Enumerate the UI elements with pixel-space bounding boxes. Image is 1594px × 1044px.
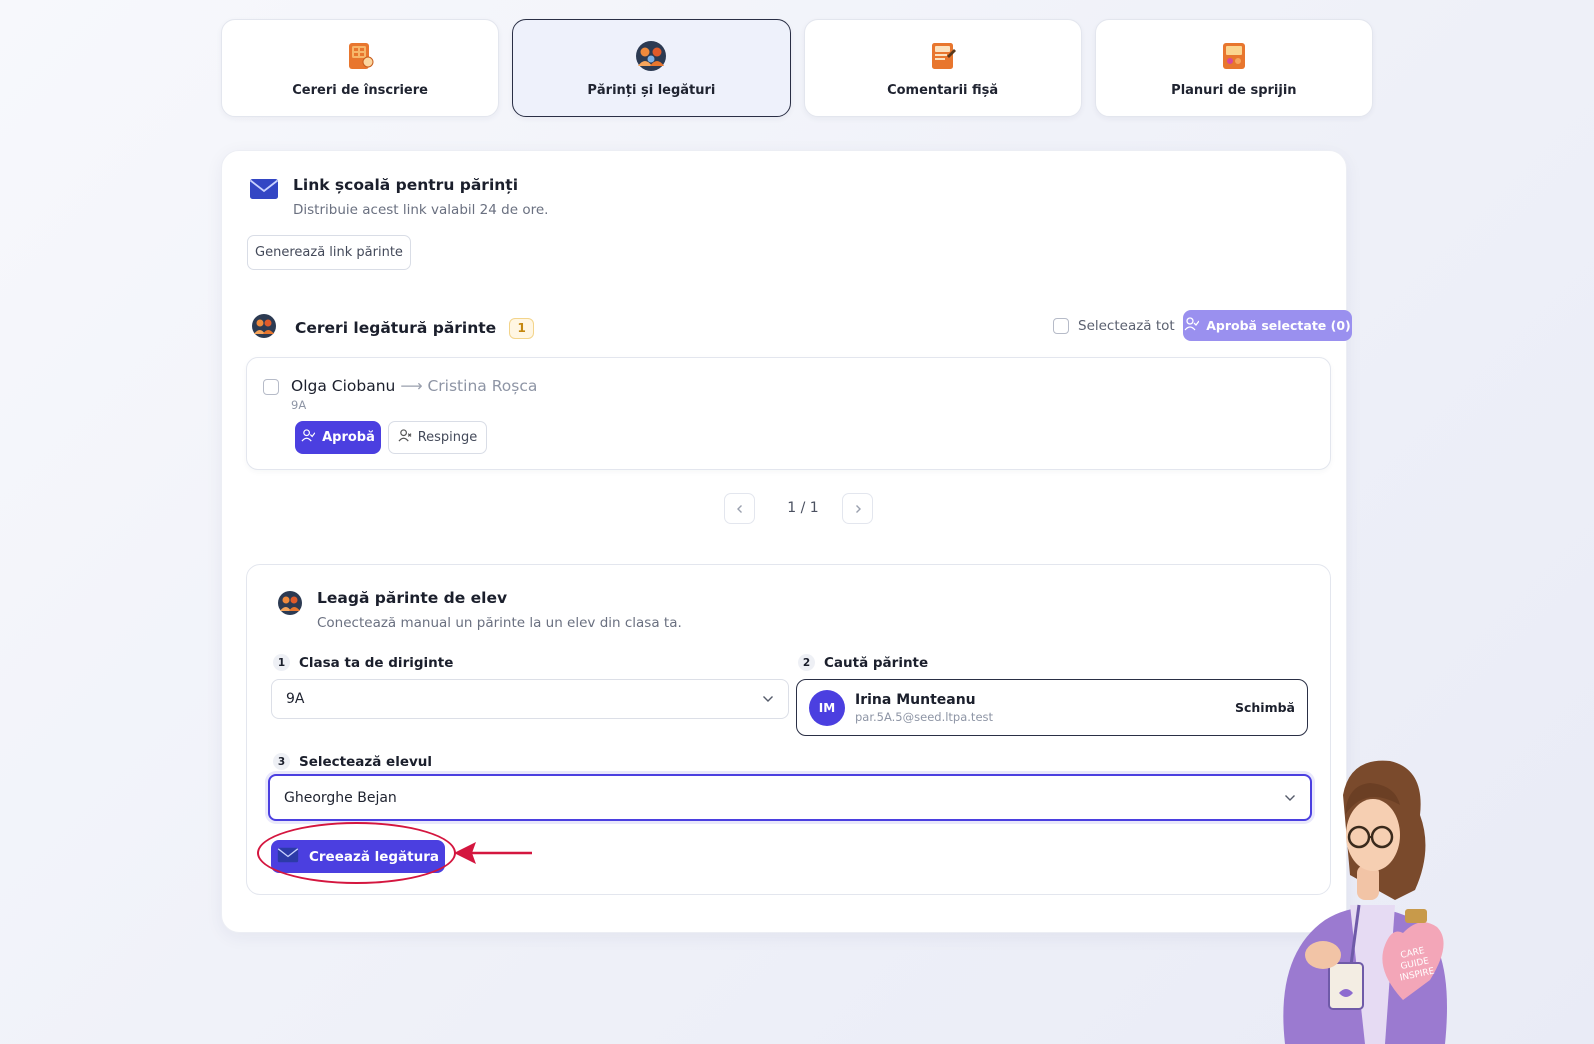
step-3-label: 3 Selectează elevul xyxy=(273,753,432,770)
tab-support-plans[interactable]: Planuri de sprijin xyxy=(1094,19,1373,117)
school-link-subtitle: Distribuie acest link valabil 24 de ore. xyxy=(293,202,549,218)
chevron-down-icon xyxy=(762,691,774,707)
link-form-header: Leagă părinte de elev Conectează manual … xyxy=(277,589,682,631)
link-parent-form: Leagă părinte de elev Conectează manual … xyxy=(246,564,1331,895)
tab-label: Planuri de sprijin xyxy=(1171,82,1297,98)
step-number: 3 xyxy=(273,753,290,770)
reject-label: Respinge xyxy=(417,430,478,445)
user-x-icon xyxy=(398,429,412,446)
step-label-text: Clasa ta de diriginte xyxy=(299,654,454,671)
tab-bar: Cereri de înscriere Părinți și legături … xyxy=(221,19,1373,117)
avatar: IM xyxy=(809,689,845,726)
chevron-left-icon xyxy=(735,499,745,518)
tab-parents-links[interactable]: Părinți și legături xyxy=(512,19,791,117)
user-check-icon xyxy=(301,429,316,446)
user-check-icon xyxy=(1184,317,1200,334)
support-plans-icon xyxy=(1217,39,1251,73)
requests-title: Cereri legătură părinte xyxy=(295,319,497,337)
select-all-label: Selectează tot xyxy=(1078,318,1175,334)
tab-sheet-comments[interactable]: Comentarii fișă xyxy=(803,19,1082,117)
parent-name: Olga Ciobanu xyxy=(291,377,396,395)
request-class: 9A xyxy=(291,398,307,412)
request-names: Olga Ciobanu ⟶ Cristina Roșca xyxy=(291,377,537,395)
step-2-label: 2 Caută părinte xyxy=(798,654,928,671)
link-form-subtitle: Conectează manual un părinte la un elev … xyxy=(317,615,682,631)
tab-label: Părinți și legături xyxy=(587,82,716,98)
student-select[interactable]: Gheorghe Bejan xyxy=(268,774,1312,821)
tab-enrollment-requests[interactable]: Cereri de înscriere xyxy=(221,19,500,117)
step-number: 1 xyxy=(273,654,290,671)
next-page-button[interactable] xyxy=(842,493,873,524)
approve-selected-label: Aprobă selectate (0) xyxy=(1206,318,1351,333)
step-number: 2 xyxy=(798,654,815,671)
requests-header: Cereri legătură părinte 1 xyxy=(251,313,535,343)
enrollment-requests-icon xyxy=(343,39,377,73)
approve-label: Aprobă xyxy=(322,430,375,445)
class-select[interactable]: 9A xyxy=(271,679,789,719)
parents-group-icon xyxy=(251,313,277,343)
selected-parent-chip: IM Irina Munteanu par.5A.5@seed.ltpa.tes… xyxy=(796,679,1308,736)
create-link-label: Creează legătura xyxy=(308,848,440,865)
select-all-checkbox[interactable] xyxy=(1053,318,1069,334)
student-select-value: Gheorghe Bejan xyxy=(284,789,397,806)
tab-label: Cereri de înscriere xyxy=(292,82,428,98)
class-select-value: 9A xyxy=(286,691,305,707)
generate-parent-link-button[interactable]: Generează link părinte xyxy=(247,235,411,270)
step-label-text: Caută părinte xyxy=(824,654,929,671)
link-form-title: Leagă părinte de elev xyxy=(317,589,508,607)
mascot-illustration: CAREGUIDEINSPIRE xyxy=(1283,760,1447,1044)
sheet-comments-icon xyxy=(926,39,960,73)
school-link-header: Link școală pentru părinți Distribuie ac… xyxy=(249,176,548,218)
reject-button[interactable]: Respinge xyxy=(388,421,487,454)
approve-selected-button[interactable]: Aprobă selectate (0) xyxy=(1183,310,1352,341)
tab-label: Comentarii fișă xyxy=(887,82,999,98)
request-checkbox[interactable] xyxy=(263,379,279,395)
prev-page-button[interactable] xyxy=(724,493,755,524)
student-name: Cristina Roșca xyxy=(427,377,538,395)
list-item: Olga Ciobanu ⟶ Cristina Roșca 9A Aprobă … xyxy=(246,357,1331,470)
requests-count-badge: 1 xyxy=(509,317,535,339)
chevron-right-icon xyxy=(853,499,863,518)
envelope-icon xyxy=(249,178,279,204)
select-all-toggle[interactable]: Selectează tot xyxy=(1053,318,1175,334)
envelope-icon xyxy=(277,847,299,867)
school-link-title: Link școală pentru părinți xyxy=(293,176,519,194)
main-card: Link școală pentru părinți Distribuie ac… xyxy=(221,150,1352,933)
parents-group-icon xyxy=(277,590,303,620)
parents-links-icon xyxy=(634,39,668,73)
step-label-text: Selectează elevul xyxy=(299,753,433,770)
link-arrow: ⟶ xyxy=(400,377,423,395)
create-link-button[interactable]: Creează legătura xyxy=(271,840,445,873)
page-indicator: 1 / 1 xyxy=(787,500,819,516)
step-1-label: 1 Clasa ta de diriginte xyxy=(273,654,453,671)
selected-parent-name: Irina Munteanu xyxy=(855,691,976,708)
change-parent-button[interactable]: Schimbă xyxy=(1235,700,1295,715)
selected-parent-email: par.5A.5@seed.ltpa.test xyxy=(855,709,994,724)
approve-button[interactable]: Aprobă xyxy=(295,421,381,454)
